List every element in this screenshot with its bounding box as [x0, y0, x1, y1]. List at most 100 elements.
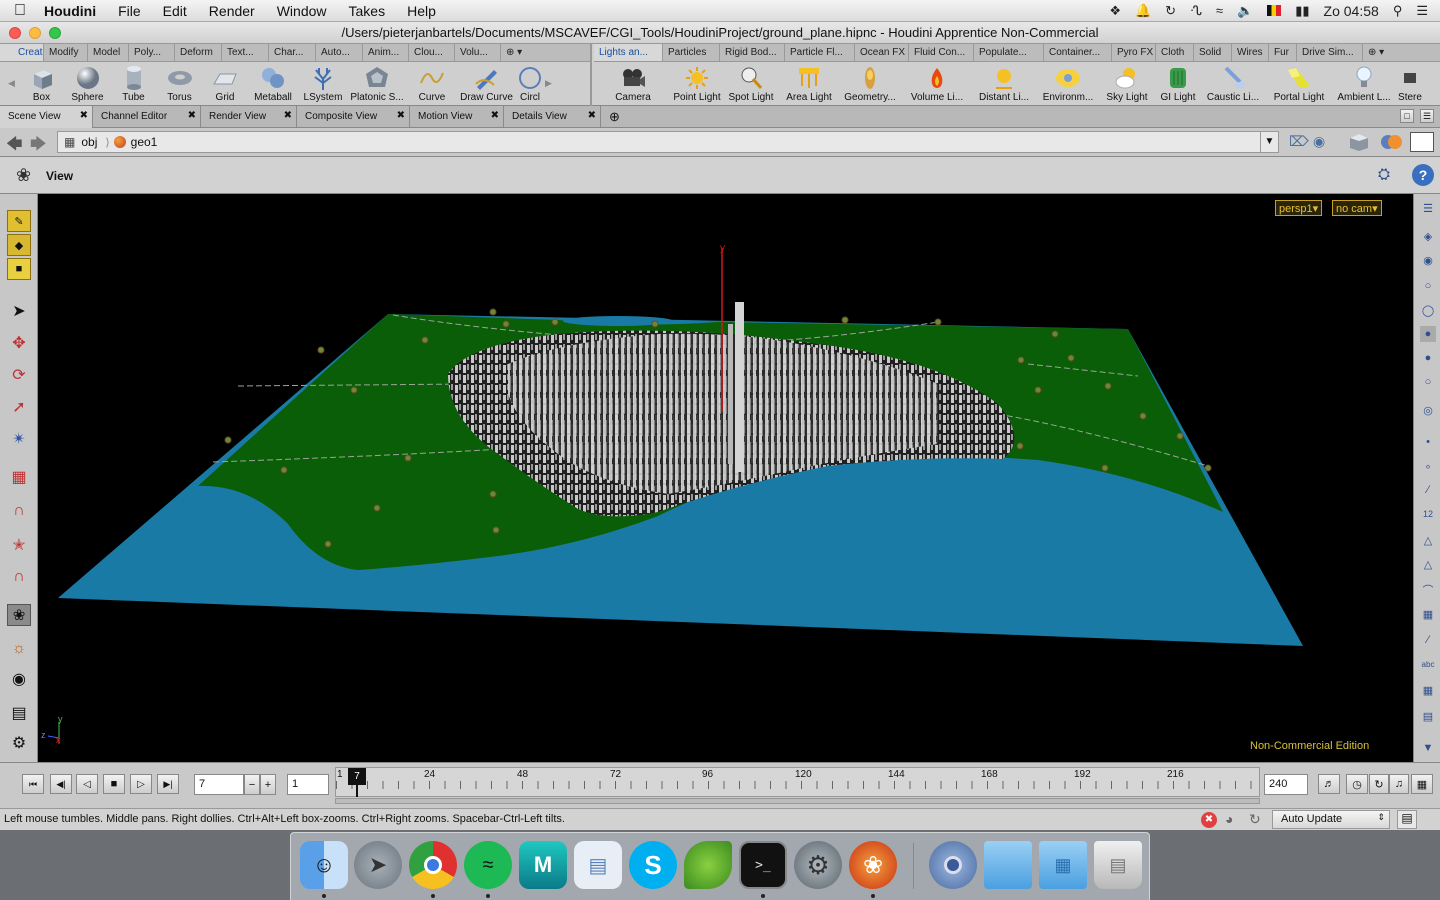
apple-menu-icon[interactable]:  [0, 2, 40, 20]
dock-terminal-icon[interactable]: >_ [739, 841, 787, 889]
shelf-tab-lights[interactable]: Lights an... [594, 44, 663, 61]
snapshot-icon[interactable]: ◉ [7, 668, 31, 690]
forward-arrow-icon[interactable]: 🡆 [30, 133, 47, 160]
tool-circle[interactable]: Circl [515, 62, 545, 103]
shelf-tab-anim[interactable]: Anim... [363, 44, 409, 61]
dock-applications-folder-icon[interactable]: ▦ [1039, 841, 1087, 889]
tool-distant-light[interactable]: Distant Li... [972, 62, 1036, 103]
tab-channel-editor[interactable]: Channel Editor ✖ [93, 106, 201, 128]
update-mode-select[interactable]: Auto Update ⇕ [1272, 810, 1390, 829]
tool-lsystem[interactable]: LSystem [298, 62, 348, 103]
expand-down-icon[interactable]: ▼ [1420, 740, 1436, 756]
shelf-tab-text[interactable]: Text... [222, 44, 269, 61]
time-slider[interactable]: 1 24 48 72 96 120 144 168 192 216 7 [335, 767, 1260, 797]
tab-motion-view[interactable]: Motion View ✖ [410, 106, 504, 128]
spotlight-search-icon[interactable]: ⚲ [1393, 3, 1403, 19]
layers-icon[interactable]: ◈ [1420, 228, 1436, 244]
tool-spot-light[interactable]: Spot Light [722, 62, 780, 103]
error-icon[interactable]: ✖ [1201, 812, 1217, 828]
shelf-tab-model[interactable]: Model [88, 44, 129, 61]
shelf-tab-particles[interactable]: Particles [663, 44, 720, 61]
tool-caustic-light[interactable]: Caustic Li... [1202, 62, 1264, 103]
realtime-toggle-icon[interactable]: ◷ [1346, 774, 1368, 794]
close-tab-icon[interactable]: ✖ [188, 110, 196, 121]
tool-portal-light[interactable]: Portal Light [1264, 62, 1334, 103]
wifi-icon[interactable]: ≈ [1216, 3, 1223, 18]
camera-menu[interactable]: persp1▾ [1275, 200, 1323, 216]
dock-system-preferences-icon[interactable]: ⚙ [794, 841, 842, 889]
tool-ambient-light[interactable]: Ambient L... [1334, 62, 1394, 103]
cam-lock-menu[interactable]: no cam▾ [1332, 200, 1382, 216]
dock-preview-icon[interactable]: ▤ [574, 841, 622, 889]
bone-tool-icon[interactable]: ∩ [7, 566, 31, 588]
notification-center-icon[interactable]: ☰ [1416, 3, 1428, 19]
shelf-tab-poly[interactable]: Poly... [129, 44, 175, 61]
point-numbers-icon[interactable]: ∘ [1420, 458, 1436, 474]
magnet-tool-icon[interactable]: ∩ [7, 500, 31, 522]
tab-scene-view[interactable]: Scene View ✖ [0, 106, 93, 128]
current-frame-field[interactable]: 7 [194, 774, 244, 795]
menu-app-houdini[interactable]: Houdini [40, 3, 107, 19]
menu-takes[interactable]: Takes [338, 3, 397, 19]
frame-increment-button[interactable]: + [260, 774, 276, 795]
window-zoom-button[interactable] [49, 27, 61, 39]
shelf-scroll-right-icon[interactable]: ▶ [545, 78, 553, 89]
pane-menu-icon[interactable]: ☰ [1420, 109, 1434, 123]
volume-icon[interactable]: 🔈 [1237, 3, 1253, 19]
visibility-eye-icon[interactable]: ◎ [1420, 402, 1436, 418]
speaker-icon[interactable]: ♫ [1389, 774, 1409, 794]
pin-icon[interactable]: ⌦ [1289, 133, 1309, 150]
window-minimize-button[interactable] [29, 27, 41, 39]
tool-gi-light[interactable]: GI Light [1154, 62, 1202, 103]
close-tab-icon[interactable]: ✖ [491, 110, 499, 121]
menubar-clock[interactable]: Zo 04:58 [1324, 3, 1379, 19]
step-back-key-icon[interactable]: ◀| [50, 774, 72, 794]
shelf-tab-ocean-fx[interactable]: Ocean FX [855, 44, 909, 61]
close-tab-icon[interactable]: ✖ [397, 110, 405, 121]
go-to-end-icon[interactable]: ▶| [157, 774, 179, 794]
shelf-tab-char[interactable]: Char... [269, 44, 316, 61]
tab-details-view[interactable]: Details View ✖ [504, 106, 601, 128]
input-source-flag-icon[interactable] [1267, 5, 1282, 16]
dock-chrome-canary-icon[interactable] [929, 841, 977, 889]
tool-platonic[interactable]: Platonic S... [348, 62, 406, 103]
refresh-icon[interactable]: ↻ [1249, 811, 1261, 828]
point-display-icon[interactable]: • [1420, 434, 1436, 450]
shelf-tab-fur[interactable]: Fur [1269, 44, 1297, 61]
light-bulb-icon[interactable]: ◯ [1420, 302, 1436, 318]
uv-display-icon[interactable]: ▦ [1420, 606, 1436, 622]
normals-icon[interactable]: ∕ [1420, 482, 1436, 498]
view-tool-icon[interactable]: ❀ [16, 165, 31, 186]
add-pane-tab-icon[interactable]: ⊕ [601, 106, 627, 128]
dock-finder-icon[interactable]: ☺ [300, 841, 348, 889]
dock-launchpad-icon[interactable]: ➤ [354, 841, 402, 889]
camera-view-icon[interactable]: ◉ [1420, 252, 1436, 268]
bluetooth-icon[interactable]: ᔗ [1190, 3, 1202, 19]
move-tool-icon[interactable]: ✥ [7, 332, 31, 354]
tab-composite-view[interactable]: Composite View ✖ [297, 106, 410, 128]
guides-icon[interactable]: ∕ [1420, 632, 1436, 648]
tab-render-view[interactable]: Render View ✖ [201, 106, 297, 128]
tool-sphere[interactable]: Sphere [65, 62, 110, 103]
stop-icon[interactable]: ■ [103, 774, 125, 794]
frame-decrement-button[interactable]: − [244, 774, 260, 795]
prim-display-icon[interactable]: △ [1420, 532, 1436, 548]
shelf-tab-pyro-fx[interactable]: Pyro FX [1112, 44, 1156, 61]
tool-box[interactable]: Box [18, 62, 65, 103]
shading-spheres-icon[interactable] [1380, 131, 1404, 153]
number-display-icon[interactable]: 12 [1420, 506, 1436, 522]
curve-display-icon[interactable]: ⌒ [1420, 582, 1436, 598]
tool-sky-light[interactable]: Sky Light [1100, 62, 1154, 103]
tool-grid[interactable]: Grid [202, 62, 248, 103]
shelf-add-tab-right-icon[interactable]: ⊕ ▾ [1363, 44, 1403, 61]
tool-point-light[interactable]: Point Light [672, 62, 722, 103]
playbar-options-icon[interactable]: ▦ [1411, 774, 1433, 794]
cook-status-icon[interactable]: ◕ [1225, 811, 1233, 827]
tool-environment-light[interactable]: Environm... [1036, 62, 1100, 103]
dock-skype-icon[interactable]: S [629, 841, 677, 889]
shelf-tab-create[interactable]: Create [0, 44, 44, 61]
view-options-icon[interactable]: ⛭ [1378, 166, 1390, 183]
tool-draw-curve[interactable]: Draw Curve [458, 62, 515, 103]
time-machine-icon[interactable]: ↻ [1165, 3, 1176, 19]
pose-tool-icon[interactable]: ✭ [7, 534, 31, 556]
